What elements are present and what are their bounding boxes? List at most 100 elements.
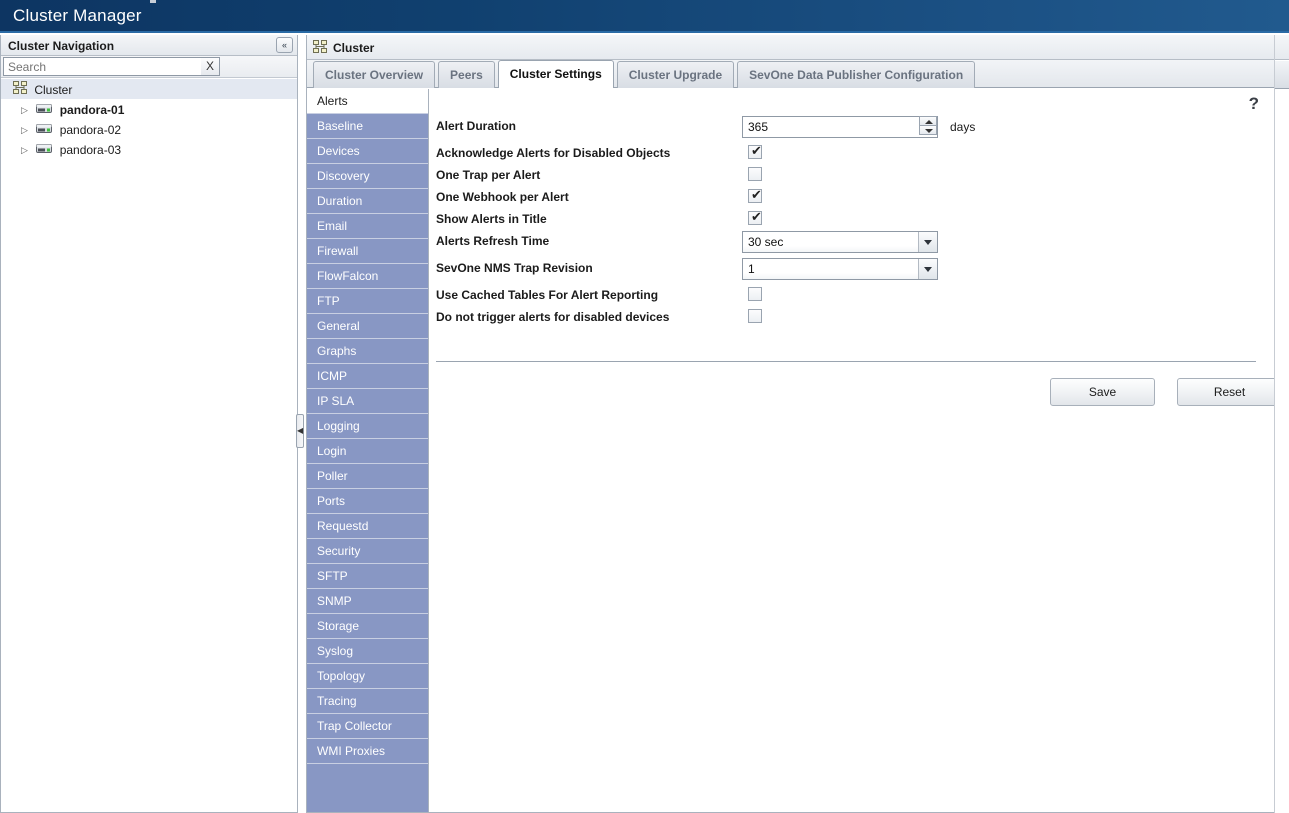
tab-bar: Cluster Overview Peers Cluster Settings … [307,60,1289,88]
help-question-icon[interactable]: ? [1249,94,1259,114]
tree-item-pandora-02[interactable]: ▷ pandora-02 [1,119,297,139]
check-glyph: ✔ [751,209,762,224]
nav-panel-header: Cluster Navigation « [1,35,297,56]
title-bar-notch [150,0,156,3]
settings-menu-item-sftp[interactable]: SFTP [307,564,428,589]
tree-item-label: pandora-02 [59,122,122,137]
settings-menu-item-requestd[interactable]: Requestd [307,514,428,539]
settings-menu-filler [307,764,428,804]
settings-menu-item-syslog[interactable]: Syslog [307,639,428,664]
alert-duration-input[interactable] [742,116,938,138]
alert-duration-unit: days [950,120,976,134]
search-clear-icon[interactable]: X [201,57,220,76]
one-webhook-per-alert-checkbox[interactable]: ✔ [748,187,762,203]
collapse-panel-icon[interactable]: « [276,37,293,53]
nav-search-row: X [1,56,297,78]
settings-menu-item-devices[interactable]: Devices [307,139,428,164]
settings-category-menu: Alerts Baseline Devices Discovery Durati… [307,89,429,812]
alerts-refresh-time-select[interactable]: 30 sec [742,231,938,253]
chevron-down-icon[interactable] [918,232,937,252]
field-label: Alert Duration [436,119,517,133]
tree-item-cluster[interactable]: Cluster [1,79,297,99]
right-gutter-tab-strip [1275,61,1289,89]
field-label: Use Cached Tables For Alert Reporting [436,288,659,302]
settings-menu-item-general[interactable]: General [307,314,428,339]
check-glyph: ✔ [751,143,762,158]
search-input[interactable] [3,57,203,76]
field-label: SevOne NMS Trap Revision [436,261,593,275]
cluster-navigation-panel: Cluster Navigation « X Cluster ▷ [0,35,298,813]
field-label: Alerts Refresh Time [436,234,550,248]
settings-menu-item-snmp[interactable]: SNMP [307,589,428,614]
form-action-buttons: Save Reset [1050,378,1282,406]
tab-cluster-overview[interactable]: Cluster Overview [313,61,436,88]
cluster-icon [13,80,27,100]
tree-item-pandora-01[interactable]: ▷ pandora-01 [1,99,297,119]
cluster-tree: Cluster ▷ pandora-01 ▷ pandora-02 ▷ pand… [1,79,297,812]
tree-item-label: pandora-01 [59,102,125,117]
tree-item-label: pandora-03 [59,142,122,157]
server-icon [36,100,53,120]
expand-triangle-icon[interactable]: ▷ [21,100,33,120]
field-label: Show Alerts in Title [436,212,547,226]
alert-duration-stepper [742,116,938,138]
settings-menu-item-poller[interactable]: Poller [307,464,428,489]
settings-menu-item-storage[interactable]: Storage [307,614,428,639]
server-icon [36,120,53,140]
settings-menu-item-topology[interactable]: Topology [307,664,428,689]
settings-menu-item-icmp[interactable]: ICMP [307,364,428,389]
settings-menu-item-email[interactable]: Email [307,214,428,239]
tree-item-pandora-03[interactable]: ▷ pandora-03 [1,139,297,159]
field-label: Acknowledge Alerts for Disabled Objects [436,146,671,160]
settings-menu-item-graphs[interactable]: Graphs [307,339,428,364]
acknowledge-alerts-checkbox[interactable]: ✔ [748,143,762,159]
one-trap-per-alert-checkbox[interactable] [748,167,762,181]
settings-menu-item-ftp[interactable]: FTP [307,289,428,314]
settings-menu-item-duration[interactable]: Duration [307,189,428,214]
tab-sevone-data-publisher-configuration[interactable]: SevOne Data Publisher Configuration [737,61,976,88]
expand-triangle-icon[interactable]: ▷ [21,140,33,160]
tab-cluster-upgrade[interactable]: Cluster Upgrade [616,61,735,88]
show-alerts-in-title-checkbox[interactable]: ✔ [748,209,762,225]
stepper-down-icon[interactable] [919,125,937,135]
form-divider [436,361,1256,362]
breadcrumb-label: Cluster [333,41,375,55]
reset-button[interactable]: Reset [1177,378,1282,406]
panel-splitter-handle[interactable]: ◀ [296,414,304,448]
settings-menu-item-wmi-proxies[interactable]: WMI Proxies [307,739,428,764]
tab-cluster-settings[interactable]: Cluster Settings [497,60,614,88]
right-gutter-breadcrumb-strip [1275,35,1289,60]
cluster-icon [313,40,327,56]
save-button[interactable]: Save [1050,378,1155,406]
do-not-trigger-disabled-devices-checkbox[interactable] [748,309,762,323]
settings-menu-item-trap-collector[interactable]: Trap Collector [307,714,428,739]
settings-menu-item-flowfalcon[interactable]: FlowFalcon [307,264,428,289]
tab-peers[interactable]: Peers [438,61,495,88]
expand-triangle-icon[interactable]: ▷ [21,120,33,140]
settings-menu-item-discovery[interactable]: Discovery [307,164,428,189]
settings-menu-item-logging[interactable]: Logging [307,414,428,439]
right-gutter [1274,35,1289,813]
breadcrumb: Cluster [307,35,1289,60]
settings-menu-item-firewall[interactable]: Firewall [307,239,428,264]
settings-menu-item-ports[interactable]: Ports [307,489,428,514]
sevone-nms-trap-revision-select[interactable]: 1 [742,258,938,280]
check-glyph: ✔ [751,187,762,202]
app-title: Cluster Manager [13,6,142,25]
nav-panel-title: Cluster Navigation [8,39,115,53]
settings-menu-item-login[interactable]: Login [307,439,428,464]
use-cached-tables-checkbox[interactable] [748,287,762,301]
window-title-bar: Cluster Manager [0,0,1289,33]
settings-menu-item-alerts[interactable]: Alerts [307,89,428,114]
chevron-down-icon[interactable] [918,259,937,279]
settings-menu-item-tracing[interactable]: Tracing [307,689,428,714]
stepper-buttons [919,116,937,137]
main-content-panel: Cluster Cluster Overview Peers Cluster S… [306,35,1289,813]
field-label: Do not trigger alerts for disabled devic… [436,310,670,324]
settings-menu-item-baseline[interactable]: Baseline [307,114,428,139]
field-label: One Trap per Alert [436,168,541,182]
settings-menu-item-ip-sla[interactable]: IP SLA [307,389,428,414]
alerts-settings-form: Alert Duration days Acknowledge Alerts f… [429,89,1289,812]
button-gap [1155,378,1177,379]
settings-menu-item-security[interactable]: Security [307,539,428,564]
